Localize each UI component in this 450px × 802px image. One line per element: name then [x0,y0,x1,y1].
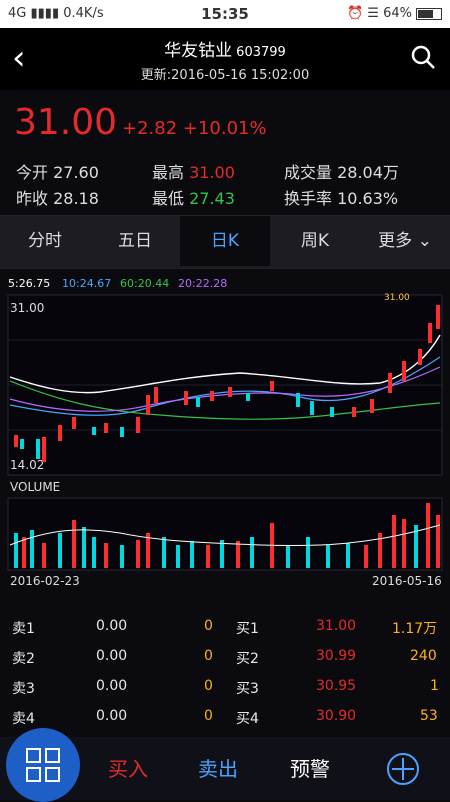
tab-more[interactable]: 更多 ⌄ [360,216,450,266]
price-high-label: 31.00 [10,301,44,315]
quote-panel: 31.00 +2.82 +10.01% 今开 27.60 昨收 28.18 最高… [0,90,450,215]
chart-tabs: 分时 五日 日K 周K 更多 ⌄ [0,215,450,269]
high-price: 最高 31.00 [152,163,235,182]
sell-price: 0.00 [96,618,128,634]
price-change: +2.82 +10.01% [122,118,267,139]
buy-button[interactable]: 买入 [108,753,148,782]
sell-volume: 0 [204,678,213,694]
buy-row: 买4 [236,711,259,727]
add-icon[interactable] [386,752,420,786]
sell-row: 卖4 [12,711,35,727]
stock-title: 华友钴业 603799 [164,41,286,61]
alert-button[interactable]: 预警 [290,753,330,782]
buy-price: 31.00 [316,618,357,634]
battery-icon [416,7,442,20]
battery-status: ⏰ ☰ 64% [347,6,442,21]
sell-price: 0.00 [96,708,128,724]
buy-volume: 240 [410,648,437,664]
volume-label: VOLUME [10,480,60,494]
sell-volume: 0 [204,618,213,634]
buy-price: 30.95 [316,678,357,694]
buy-volume: 53 [420,708,438,724]
buy-price: 30.99 [316,648,357,664]
turnover: 换手率 10.63% [284,189,399,208]
sell-row: 卖3 [12,681,35,697]
buy-volume: 1.17万 [392,621,438,637]
sell-price: 0.00 [96,648,128,664]
candlestick-chart[interactable]: 31.00 14.02 31.00 VOLUME 2016-02-23 2016… [0,275,450,595]
tab-five-day[interactable]: 五日 [90,216,180,266]
tab-weekly-k[interactable]: 周K [270,216,360,266]
update-time: 更新:2016-05-16 15:02:00 [140,68,310,83]
grid-menu-button[interactable] [6,728,80,802]
open-price: 今开 27.60 [16,163,99,182]
search-icon[interactable] [410,44,436,70]
buy-row: 买3 [236,681,259,697]
current-price: 31.00 [14,102,118,143]
buy-row: 买2 [236,651,259,667]
grid-icon [26,748,60,782]
prev-close: 昨收 28.18 [16,189,99,208]
order-book: 卖1 0.00 0 买1 31.00 1.17万 卖2 0.00 0 买2 30… [0,612,450,737]
chevron-down-icon: ⌄ [417,231,432,251]
stock-header: ‹ 华友钴业 603799 更新:2016-05-16 15:02:00 [0,28,450,90]
tab-daily-k[interactable]: 日K [180,216,270,266]
sell-row: 卖1 [12,621,35,637]
sell-volume: 0 [204,648,213,664]
sell-row: 卖2 [12,651,35,667]
top-price-label: 31.00 [384,293,410,303]
buy-volume: 1 [430,678,439,694]
start-date: 2016-02-23 [10,574,80,588]
tab-time-sharing[interactable]: 分时 [0,216,90,266]
sell-volume: 0 [204,708,213,724]
buy-price: 30.90 [316,708,357,724]
status-bar: 4G ▮▮▮▮ 0.4K/s 15:35 ⏰ ☰ 64% [0,0,450,28]
buy-row: 买1 [236,621,259,637]
volume: 成交量 28.04万 [284,163,399,182]
end-date: 2016-05-16 [372,574,442,588]
low-price: 最低 27.43 [152,189,235,208]
sell-price: 0.00 [96,678,128,694]
price-low-label: 14.02 [10,458,44,472]
sell-button[interactable]: 卖出 [198,753,238,782]
